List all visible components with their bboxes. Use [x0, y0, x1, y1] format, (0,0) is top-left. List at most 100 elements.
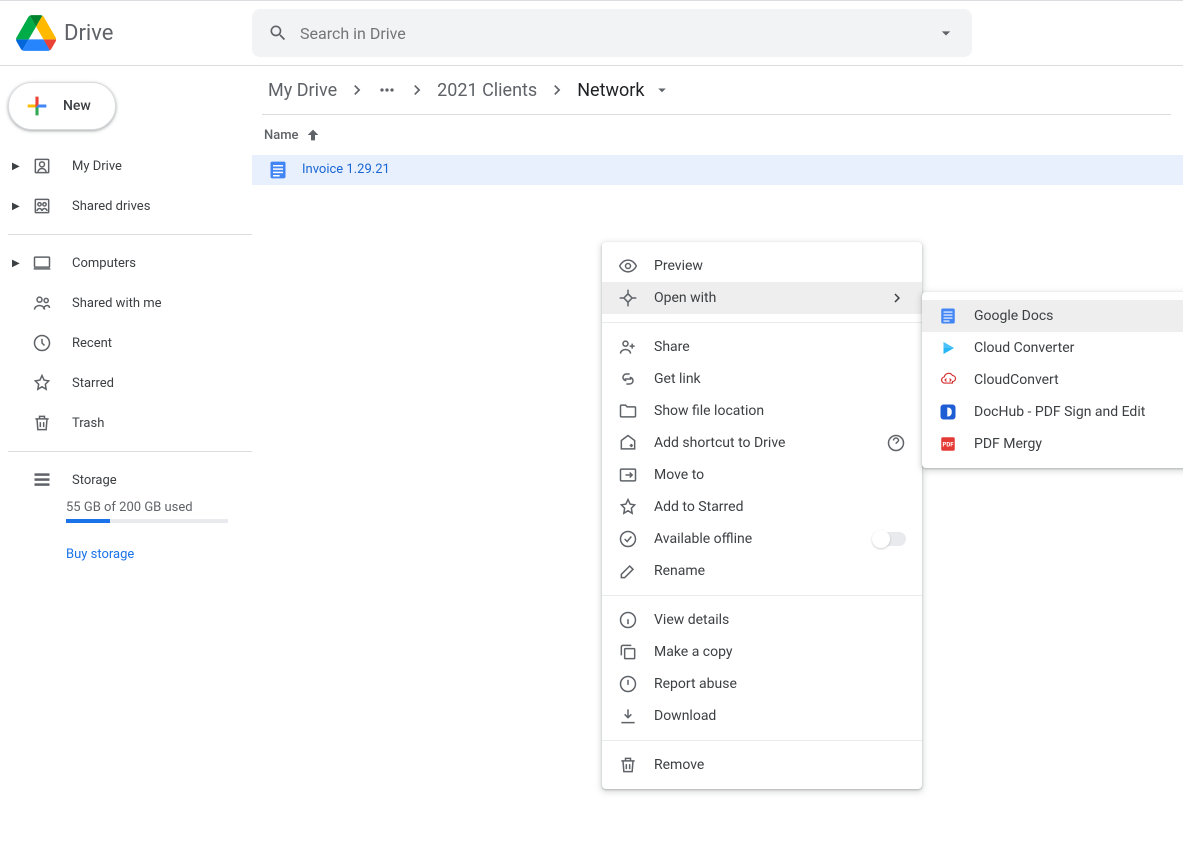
- header: Drive: [0, 0, 1183, 66]
- menu-divider: [602, 740, 922, 741]
- expand-icon[interactable]: ▶: [12, 201, 24, 212]
- report-icon: [618, 674, 638, 694]
- submenu-pdf-mergy[interactable]: PDF PDF Mergy: [922, 428, 1183, 460]
- pdf-mergy-icon: PDF: [938, 434, 958, 454]
- menu-label: Share: [654, 339, 906, 355]
- download-icon: [618, 706, 638, 726]
- column-name: Name: [264, 128, 299, 143]
- shared-drives-icon: [30, 194, 54, 218]
- menu-share[interactable]: Share: [602, 331, 922, 363]
- menu-label: Make a copy: [654, 644, 906, 660]
- menu-download[interactable]: Download: [602, 700, 922, 732]
- breadcrumb-dropdown-icon[interactable]: [653, 81, 671, 99]
- menu-rename[interactable]: Rename: [602, 555, 922, 587]
- menu-remove[interactable]: Remove: [602, 749, 922, 781]
- link-icon: [618, 369, 638, 389]
- sidebar-item-storage[interactable]: Storage: [8, 460, 252, 500]
- menu-label: Remove: [654, 757, 906, 773]
- sidebar-item-my-drive[interactable]: ▶ My Drive: [8, 146, 252, 186]
- chevron-right-icon: [407, 80, 427, 100]
- context-menu: Preview Open with Share Get link Show fi…: [602, 242, 922, 789]
- body: New ▶ My Drive ▶ Shared drives ▶ Compute…: [0, 66, 1183, 578]
- breadcrumb-my-drive[interactable]: My Drive: [264, 76, 341, 105]
- breadcrumb-network[interactable]: Network: [573, 76, 648, 105]
- chevron-right-icon: [888, 289, 906, 307]
- offline-toggle[interactable]: [874, 532, 906, 546]
- menu-view-details[interactable]: View details: [602, 604, 922, 636]
- menu-open-with[interactable]: Open with: [602, 282, 922, 314]
- menu-show-location[interactable]: Show file location: [602, 395, 922, 427]
- storage-bar: [66, 519, 228, 523]
- submenu-cloud-converter[interactable]: Cloud Converter: [922, 332, 1183, 364]
- submenu-dochub[interactable]: DocHub - PDF Sign and Edit: [922, 396, 1183, 428]
- sidebar-item-label: Recent: [72, 336, 112, 351]
- search-bar[interactable]: [252, 9, 972, 57]
- menu-label: Open with: [654, 290, 888, 306]
- buy-storage-link[interactable]: Buy storage: [66, 547, 134, 562]
- breadcrumb: My Drive 2021 Clients Network: [252, 66, 1183, 114]
- menu-move-to[interactable]: Move to: [602, 459, 922, 491]
- chevron-right-icon: [347, 80, 367, 100]
- file-name: Invoice 1.29.21: [302, 162, 390, 177]
- menu-preview[interactable]: Preview: [602, 250, 922, 282]
- menu-label: Available offline: [654, 531, 874, 547]
- menu-divider: [602, 595, 922, 596]
- menu-label: Get link: [654, 371, 906, 387]
- search-options-icon[interactable]: [936, 23, 956, 43]
- sidebar-item-trash[interactable]: Trash: [8, 403, 252, 443]
- cloudconvert-icon: [938, 370, 958, 390]
- menu-label: Download: [654, 708, 906, 724]
- menu-add-shortcut[interactable]: Add shortcut to Drive: [602, 427, 922, 459]
- breadcrumb-ellipsis[interactable]: [373, 76, 401, 104]
- menu-get-link[interactable]: Get link: [602, 363, 922, 395]
- help-icon[interactable]: [886, 433, 906, 453]
- menu-available-offline[interactable]: Available offline: [602, 523, 922, 555]
- menu-label: Move to: [654, 467, 906, 483]
- submenu-label: Cloud Converter: [974, 340, 1183, 356]
- menu-make-copy[interactable]: Make a copy: [602, 636, 922, 668]
- menu-report-abuse[interactable]: Report abuse: [602, 668, 922, 700]
- sidebar-item-shared-with-me[interactable]: Shared with me: [8, 283, 252, 323]
- sidebar-item-label: Computers: [72, 256, 136, 271]
- sidebar-item-label: My Drive: [72, 159, 122, 174]
- submenu-cloudconvert[interactable]: CloudConvert: [922, 364, 1183, 396]
- move-icon: [618, 465, 638, 485]
- sidebar-item-starred[interactable]: Starred: [8, 363, 252, 403]
- new-button[interactable]: New: [8, 82, 116, 130]
- menu-label: View details: [654, 612, 906, 628]
- column-header[interactable]: Name: [252, 115, 1183, 155]
- logo-area[interactable]: Drive: [16, 13, 252, 53]
- trash-icon: [30, 411, 54, 435]
- menu-divider: [602, 322, 922, 323]
- rename-icon: [618, 561, 638, 581]
- storage-icon: [30, 468, 54, 492]
- menu-label: Report abuse: [654, 676, 906, 692]
- expand-icon[interactable]: ▶: [12, 161, 24, 172]
- drive-title: Drive: [64, 21, 113, 46]
- sidebar-item-computers[interactable]: ▶ Computers: [8, 243, 252, 283]
- expand-icon[interactable]: ▶: [12, 258, 24, 269]
- file-row[interactable]: Invoice 1.29.21: [252, 155, 1183, 185]
- chevron-right-icon: [547, 80, 567, 100]
- sidebar-item-label: Storage: [72, 473, 117, 488]
- sidebar-item-label: Shared drives: [72, 199, 150, 214]
- shared-icon: [30, 291, 54, 315]
- menu-add-starred[interactable]: Add to Starred: [602, 491, 922, 523]
- nav-list-computers: ▶ Computers: [8, 243, 252, 283]
- drive-logo-icon: [16, 13, 56, 53]
- nav-list-secondary: Shared with me Recent Starred Trash: [8, 283, 252, 443]
- search-input[interactable]: [300, 24, 936, 43]
- open-with-submenu: Google Docs Cloud Converter CloudConvert…: [922, 292, 1183, 468]
- share-icon: [618, 337, 638, 357]
- cloud-converter-icon: [938, 338, 958, 358]
- sidebar-item-label: Shared with me: [72, 296, 162, 311]
- submenu-google-docs[interactable]: Google Docs: [922, 300, 1183, 332]
- sidebar-item-label: Trash: [72, 416, 104, 431]
- submenu-label: CloudConvert: [974, 372, 1183, 388]
- sidebar-item-shared-drives[interactable]: ▶ Shared drives: [8, 186, 252, 226]
- dochub-icon: [938, 402, 958, 422]
- starred-icon: [30, 371, 54, 395]
- sidebar-item-recent[interactable]: Recent: [8, 323, 252, 363]
- sort-arrow-up-icon[interactable]: [305, 127, 321, 143]
- breadcrumb-2021-clients[interactable]: 2021 Clients: [433, 76, 541, 105]
